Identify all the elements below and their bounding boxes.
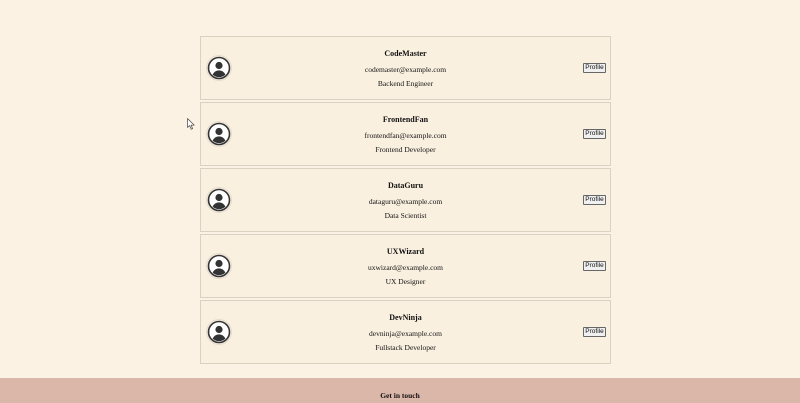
footer: Get in touch [0,378,800,403]
profile-button[interactable]: Profile [583,261,606,271]
user-info: DevNinja devninja@example.com Fullstack … [201,312,610,354]
user-info: CodeMaster codemaster@example.com Backen… [201,48,610,90]
user-card: DataGuru dataguru@example.com Data Scien… [200,168,611,232]
user-role: Frontend Developer [375,145,436,154]
user-email: codemaster@example.com [364,65,447,74]
user-role: Data Scientist [384,211,427,220]
user-info: DataGuru dataguru@example.com Data Scien… [201,180,610,222]
user-card: UXWizard uxwizard@example.com UX Designe… [200,234,611,298]
profile-button[interactable]: Profile [583,327,606,337]
user-card: DevNinja devninja@example.com Fullstack … [200,300,611,364]
user-email: devninja@example.com [369,329,442,338]
user-info: FrontendFan frontendfan@example.com Fron… [201,114,610,156]
user-role: UX Designer [385,277,426,286]
footer-title: Get in touch [380,391,420,400]
user-email: dataguru@example.com [368,197,443,206]
user-info: UXWizard uxwizard@example.com UX Designe… [201,246,610,288]
user-name: DataGuru [387,181,424,190]
profile-button[interactable]: Profile [583,63,606,73]
user-role: Fullstack Developer [375,343,436,352]
user-card: CodeMaster codemaster@example.com Backen… [200,36,611,100]
user-list: CodeMaster codemaster@example.com Backen… [200,36,611,366]
profile-button[interactable]: Profile [583,129,606,139]
user-role: Backend Engineer [377,79,434,88]
user-name: CodeMaster [384,49,427,58]
user-name: DevNinja [389,313,422,322]
user-name: FrontendFan [382,115,429,124]
user-name: UXWizard [386,247,425,256]
user-email: frontendfan@example.com [364,131,447,140]
user-email: uxwizard@example.com [367,263,443,272]
user-card: FrontendFan frontendfan@example.com Fron… [200,102,611,166]
profile-button[interactable]: Profile [583,195,606,205]
mouse-cursor-icon [187,118,195,130]
